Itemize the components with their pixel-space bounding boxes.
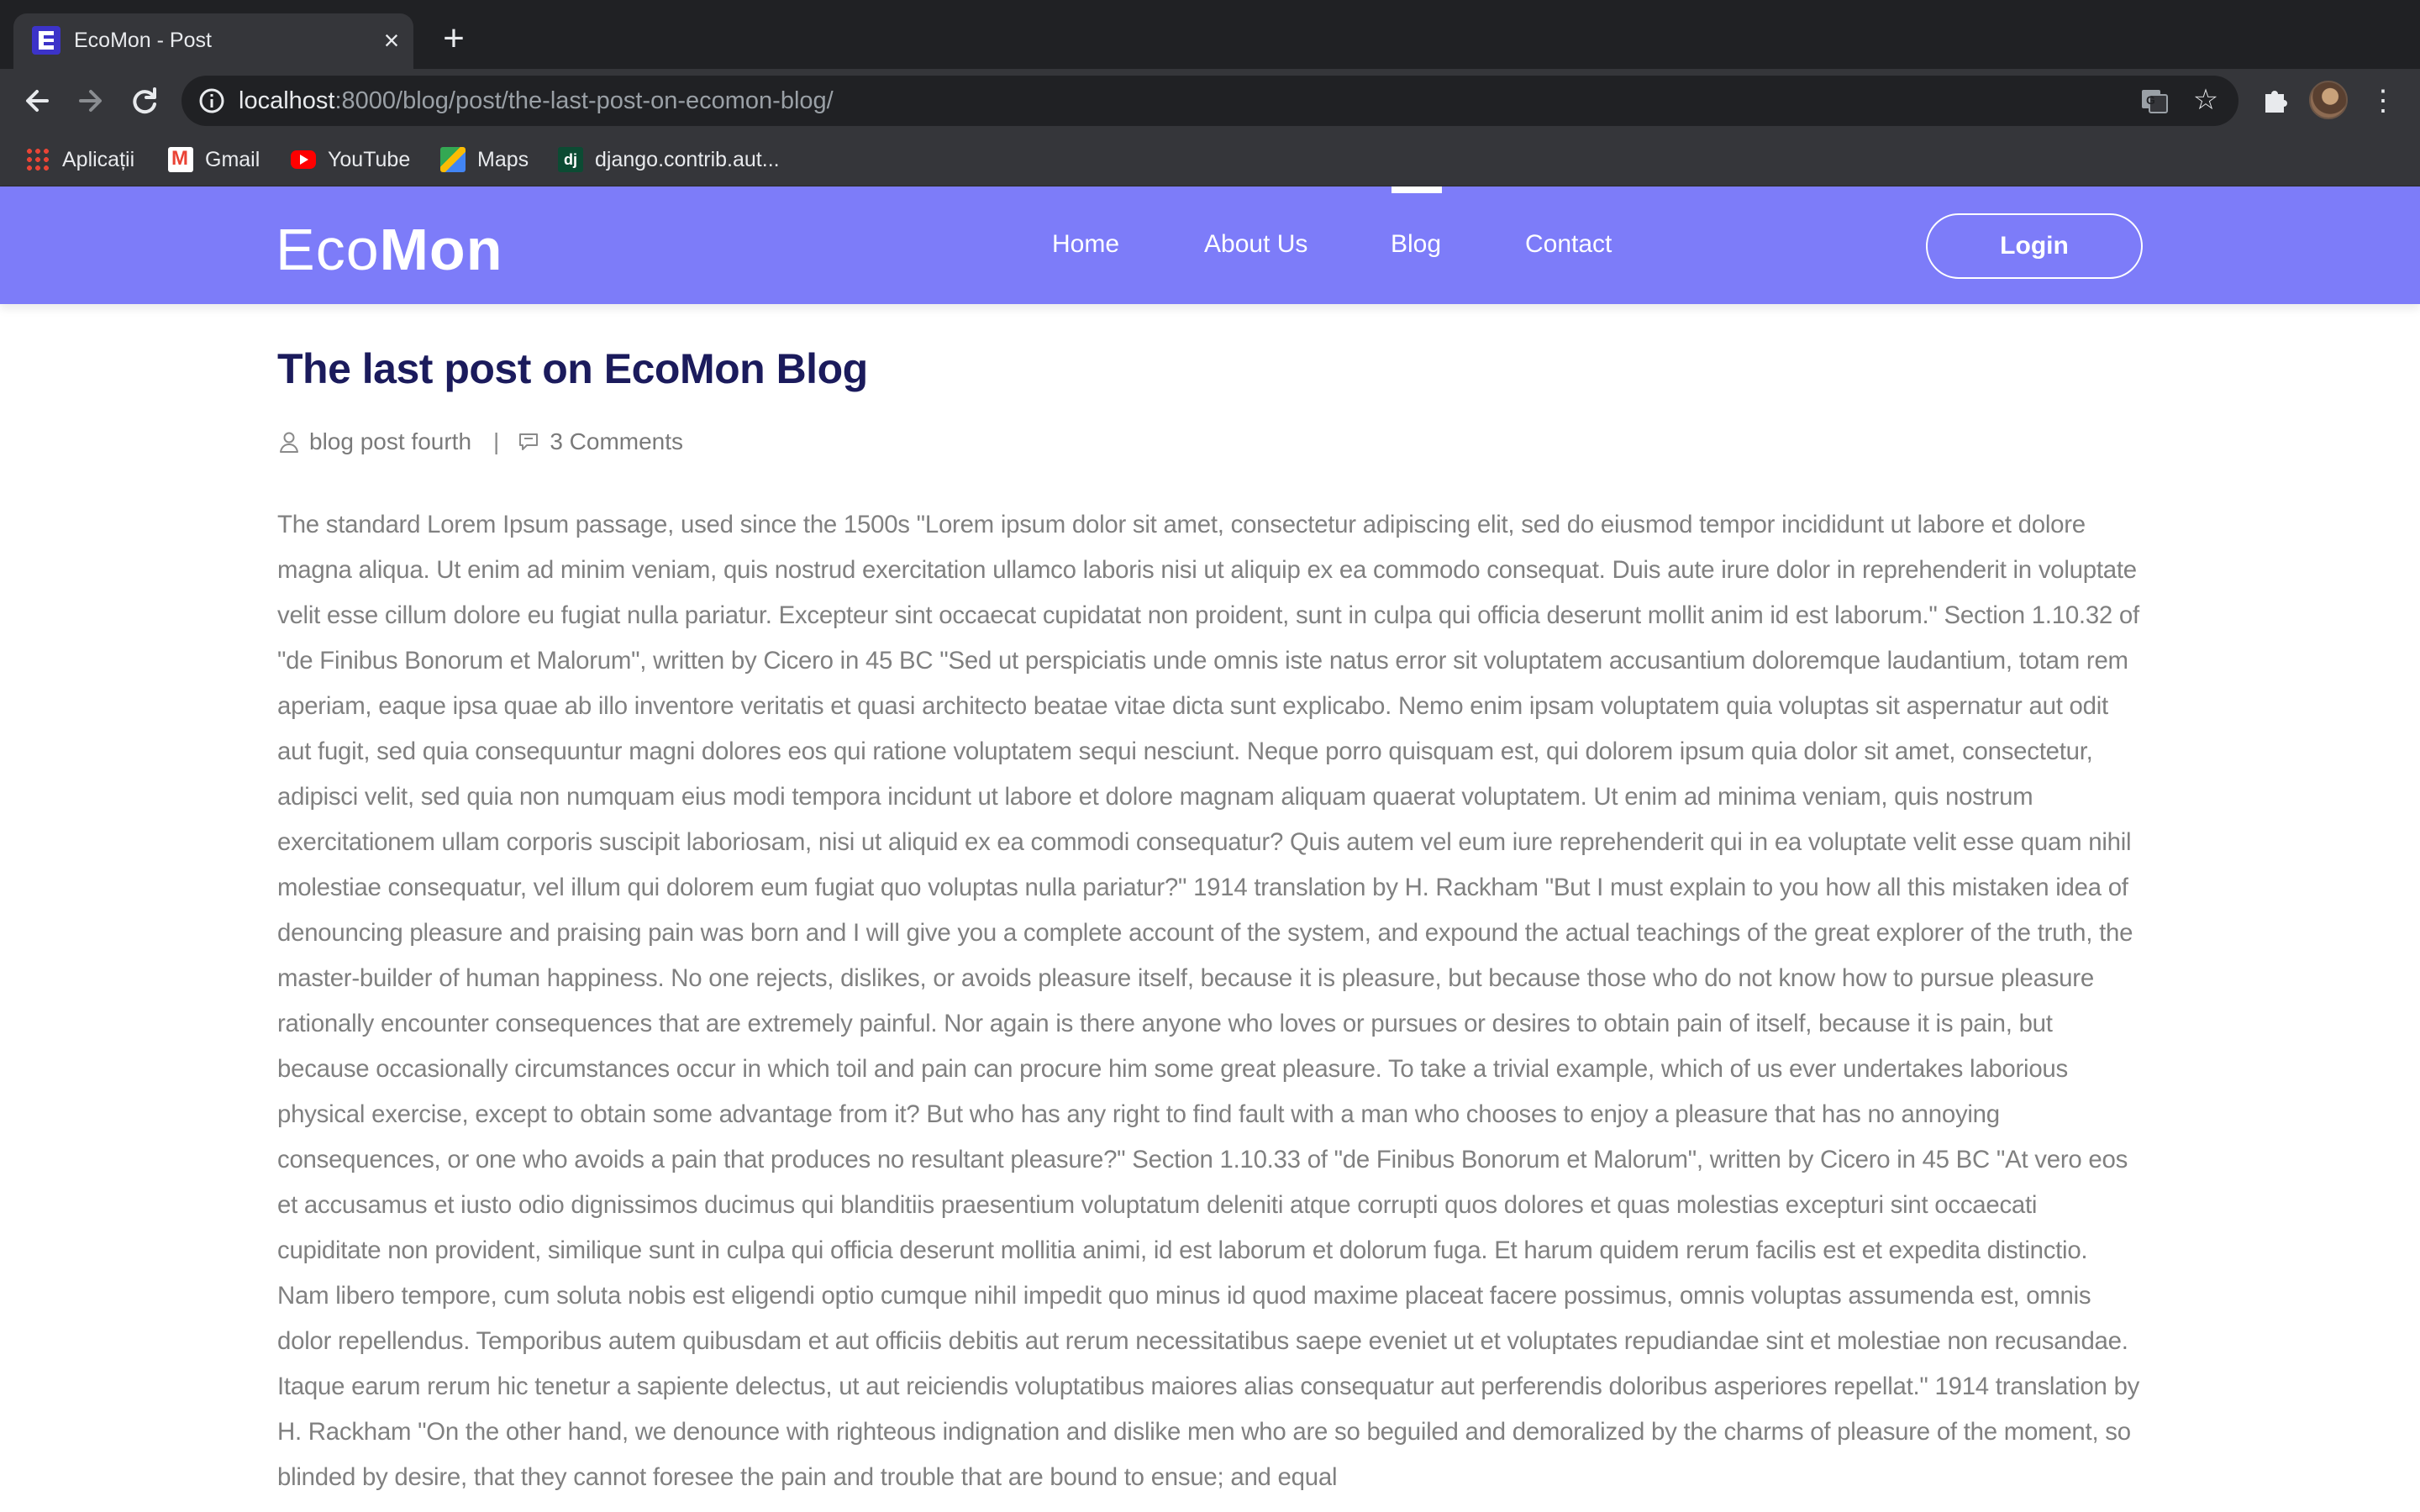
nav-about-us[interactable]: About Us	[1204, 230, 1307, 259]
bookmark-label: Maps	[477, 147, 529, 171]
bookmark-star-icon[interactable]: ☆	[2190, 84, 2222, 116]
comments-icon	[519, 433, 539, 450]
django-icon: dj	[558, 147, 583, 172]
maps-icon	[440, 147, 466, 172]
profile-avatar[interactable]	[2309, 81, 2348, 119]
bookmark-label: Gmail	[205, 147, 260, 171]
bookmark-youtube[interactable]: YouTube	[291, 144, 410, 175]
browser-menu-icon[interactable]: ⋮	[2366, 81, 2400, 121]
bookmark-maps[interactable]: Maps	[440, 144, 529, 175]
close-tab-icon[interactable]: ×	[376, 25, 407, 55]
meta-separator: |	[493, 428, 500, 454]
tab-title: EcoMon - Post	[74, 29, 212, 52]
bookmark-label: Aplicații	[62, 147, 135, 171]
site-favicon-icon	[32, 26, 60, 55]
gmail-icon	[168, 147, 193, 172]
post-title: The last post on EcoMon Blog	[277, 345, 868, 392]
apps-grid-icon	[25, 147, 50, 172]
login-button[interactable]: Login	[1926, 213, 2143, 279]
new-tab-icon[interactable]: +	[434, 20, 474, 62]
browser-tabstrip: EcoMon - Post × +	[0, 0, 2420, 69]
post-comments-count[interactable]: 3 Comments	[550, 428, 683, 455]
bookmark-label: YouTube	[328, 147, 411, 171]
ecomon-logo[interactable]: EcoMon	[276, 220, 502, 279]
browser-toolbar: localhost:8000/blog/post/the-last-post-o…	[0, 69, 2420, 133]
back-arrow-icon[interactable]	[15, 79, 59, 123]
site-header: EcoMon Home About Us Blog Contact Login	[0, 186, 2420, 304]
bookmark-label: django.contrib.aut...	[595, 147, 780, 171]
url-text[interactable]: localhost:8000/blog/post/the-last-post-o…	[239, 87, 834, 115]
nav-blog[interactable]: Blog	[1391, 230, 1441, 259]
post-author[interactable]: blog post fourth	[309, 428, 471, 455]
bookmark-django[interactable]: dj django.contrib.aut...	[558, 144, 780, 175]
translate-icon[interactable]: G	[2139, 86, 2170, 116]
nav-contact[interactable]: Contact	[1525, 230, 1612, 259]
user-icon	[280, 432, 298, 453]
browser-tab[interactable]: EcoMon - Post ×	[13, 13, 413, 69]
post-body: The standard Lorem Ipsum passage, used s…	[277, 511, 2140, 1491]
address-bar[interactable]: localhost:8000/blog/post/the-last-post-o…	[182, 76, 2238, 126]
active-nav-indicator	[1392, 186, 1442, 193]
svg-text:G: G	[2146, 93, 2155, 107]
reload-icon[interactable]	[123, 79, 166, 123]
site-info-icon[interactable]	[197, 86, 227, 116]
bookmark-apps[interactable]: Aplicații	[25, 144, 134, 175]
youtube-icon	[291, 150, 316, 169]
post-meta: blog post fourth | 3 Comments	[277, 427, 683, 457]
nav-home[interactable]: Home	[1052, 230, 1119, 259]
bookmark-gmail[interactable]: Gmail	[168, 144, 260, 175]
forward-arrow-icon[interactable]	[69, 79, 113, 123]
bookmarks-bar: Aplicații Gmail YouTube Maps dj django.c…	[0, 133, 2420, 186]
extensions-puzzle-icon[interactable]	[2254, 79, 2297, 123]
